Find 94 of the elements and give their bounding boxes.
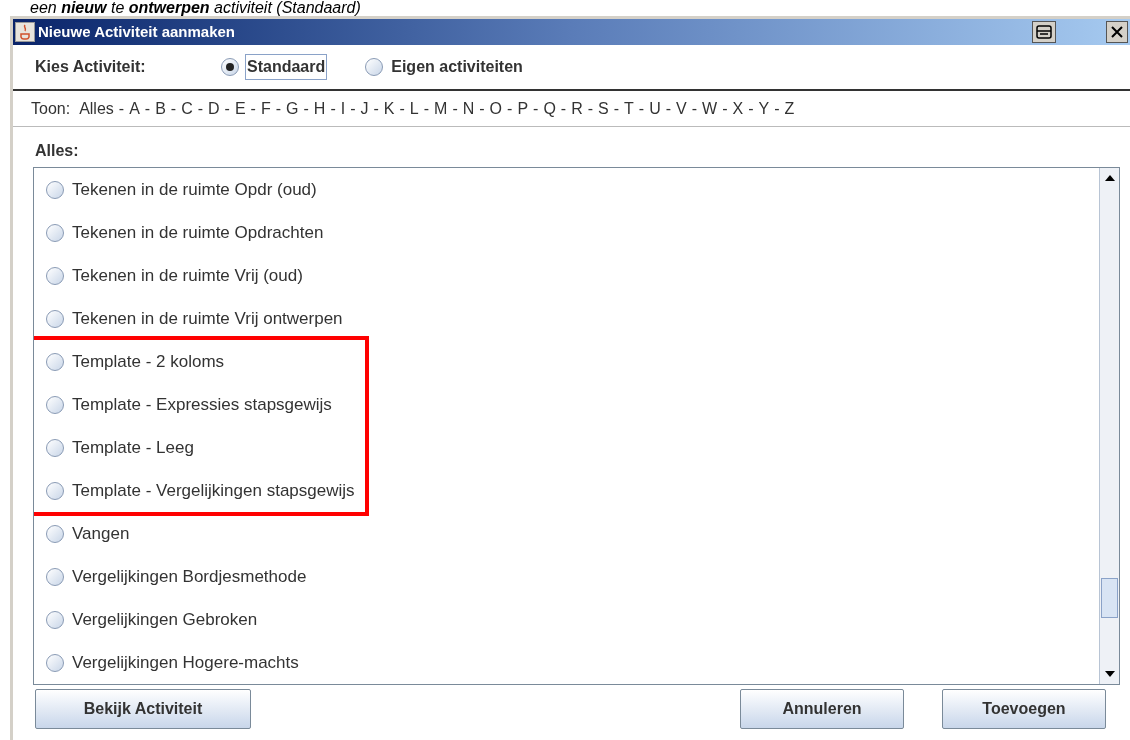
list-item[interactable]: Tekenen in de ruimte Vrij (oud) bbox=[72, 262, 303, 289]
separator: - bbox=[665, 98, 672, 119]
separator: - bbox=[350, 98, 356, 119]
radio-button[interactable] bbox=[46, 481, 64, 500]
filter-link[interactable]: U bbox=[649, 96, 661, 121]
list-item[interactable]: Tekenen in de ruimte Opdr (oud) bbox=[72, 176, 317, 203]
separator: - bbox=[560, 98, 567, 119]
separator: - bbox=[613, 98, 620, 119]
filter-link[interactable]: K bbox=[383, 96, 395, 121]
separator: - bbox=[303, 98, 309, 119]
filter-link[interactable]: A bbox=[129, 96, 140, 121]
separator: - bbox=[479, 98, 485, 119]
filter-link[interactable]: X bbox=[732, 96, 744, 121]
filter-link[interactable]: C bbox=[181, 96, 193, 121]
separator: - bbox=[250, 98, 256, 119]
separator: - bbox=[144, 98, 151, 119]
separator: - bbox=[197, 98, 204, 119]
filter-label: Toon: bbox=[31, 98, 71, 119]
separator: - bbox=[507, 98, 513, 119]
list-item[interactable]: Vangen bbox=[72, 520, 130, 547]
radio-button[interactable] bbox=[46, 438, 64, 457]
radio-button[interactable] bbox=[46, 352, 64, 371]
radio-button[interactable] bbox=[221, 58, 239, 76]
radio-button[interactable] bbox=[46, 309, 64, 328]
separator: - bbox=[224, 98, 230, 119]
dialog-button[interactable]: Toevoegen bbox=[942, 689, 1106, 729]
separator: - bbox=[330, 98, 336, 119]
filter-link[interactable]: J bbox=[360, 96, 369, 121]
filter-link[interactable]: Q bbox=[543, 96, 556, 121]
list-item[interactable]: Tekenen in de ruimte Opdrachten bbox=[72, 219, 324, 246]
filter-link[interactable]: H bbox=[313, 96, 326, 121]
filter-link[interactable]: T bbox=[624, 96, 634, 121]
radio-button[interactable] bbox=[46, 653, 64, 672]
filter-link[interactable]: L bbox=[409, 96, 419, 121]
list-item[interactable]: Vergelijkingen Hogere-machts bbox=[72, 649, 299, 676]
list-item[interactable]: Template - Expressies stapsgewijs bbox=[72, 391, 332, 418]
caption: een nieuw te ontwerpen activiteit (Standaard) bbox=[29, 0, 362, 16]
chooser-label: Kies Activiteit: bbox=[35, 57, 147, 77]
separator: - bbox=[399, 98, 405, 119]
separator: - bbox=[423, 98, 430, 119]
separator: - bbox=[587, 98, 594, 119]
filter-link[interactable]: F bbox=[260, 96, 271, 121]
app-icon bbox=[15, 22, 35, 42]
list-item[interactable]: Template - Leeg bbox=[72, 434, 194, 461]
close-icon[interactable] bbox=[1106, 21, 1128, 43]
separator: - bbox=[170, 98, 177, 119]
filter-link[interactable]: E bbox=[234, 96, 246, 121]
scroll-thumb[interactable] bbox=[1101, 578, 1118, 618]
list-item[interactable]: Vergelijkingen Gebroken bbox=[72, 606, 258, 633]
radio-button[interactable] bbox=[46, 223, 64, 242]
radio-button[interactable] bbox=[46, 524, 64, 543]
separator: - bbox=[118, 98, 125, 119]
filter-link[interactable]: N bbox=[462, 96, 475, 121]
radio-button[interactable] bbox=[46, 266, 64, 285]
filter-link[interactable]: R bbox=[571, 96, 583, 121]
radio-button[interactable] bbox=[46, 567, 64, 586]
radio-button[interactable] bbox=[46, 395, 64, 414]
list-item[interactable]: Template - Vergelijkingen stapsgewijs bbox=[72, 477, 355, 504]
filter-link[interactable]: Y bbox=[758, 96, 770, 121]
window-title: Nieuwe Activiteit aanmaken bbox=[38, 21, 235, 42]
filter-link[interactable]: Z bbox=[784, 96, 795, 121]
scrollbar[interactable] bbox=[1099, 168, 1119, 684]
filter-link[interactable]: W bbox=[702, 96, 718, 121]
dialog-button[interactable]: Annuleren bbox=[740, 689, 904, 729]
list-item[interactable]: Vergelijkingen Bordjesmethode bbox=[72, 563, 307, 590]
separator: - bbox=[275, 98, 282, 119]
radio-button[interactable] bbox=[365, 58, 384, 76]
filter-link[interactable]: I bbox=[340, 96, 346, 121]
separator: - bbox=[373, 98, 379, 119]
filter-link[interactable]: O bbox=[489, 96, 503, 121]
filter-link[interactable]: M bbox=[434, 96, 448, 121]
separator: - bbox=[748, 98, 754, 119]
separator: - bbox=[452, 98, 458, 119]
filter-link[interactable]: V bbox=[676, 96, 687, 121]
radio-label[interactable]: Eigen activiteiten bbox=[389, 54, 525, 80]
printer-icon[interactable] bbox=[1032, 21, 1056, 43]
filter-link[interactable]: P bbox=[517, 96, 529, 121]
filter-link[interactable]: D bbox=[208, 96, 220, 121]
list-item[interactable]: Template - 2 koloms bbox=[72, 348, 225, 375]
radio-button[interactable] bbox=[46, 180, 64, 199]
filter-link[interactable]: B bbox=[155, 96, 166, 121]
separator: - bbox=[722, 98, 728, 119]
radio-button[interactable] bbox=[46, 610, 64, 629]
list-item[interactable]: Tekenen in de ruimte Vrij ontwerpen bbox=[72, 305, 343, 332]
list-heading: Alles: bbox=[35, 141, 79, 161]
separator: - bbox=[691, 98, 698, 119]
separator: - bbox=[774, 98, 780, 119]
separator: - bbox=[638, 98, 645, 119]
filter-link[interactable]: Alles bbox=[79, 96, 114, 121]
radio-label[interactable]: Standaard bbox=[245, 54, 328, 80]
separator: - bbox=[533, 98, 539, 119]
filter-link[interactable]: G bbox=[286, 96, 299, 121]
filter-link[interactable]: S bbox=[598, 96, 609, 121]
view-button[interactable]: Bekijk Activiteit bbox=[35, 689, 251, 729]
